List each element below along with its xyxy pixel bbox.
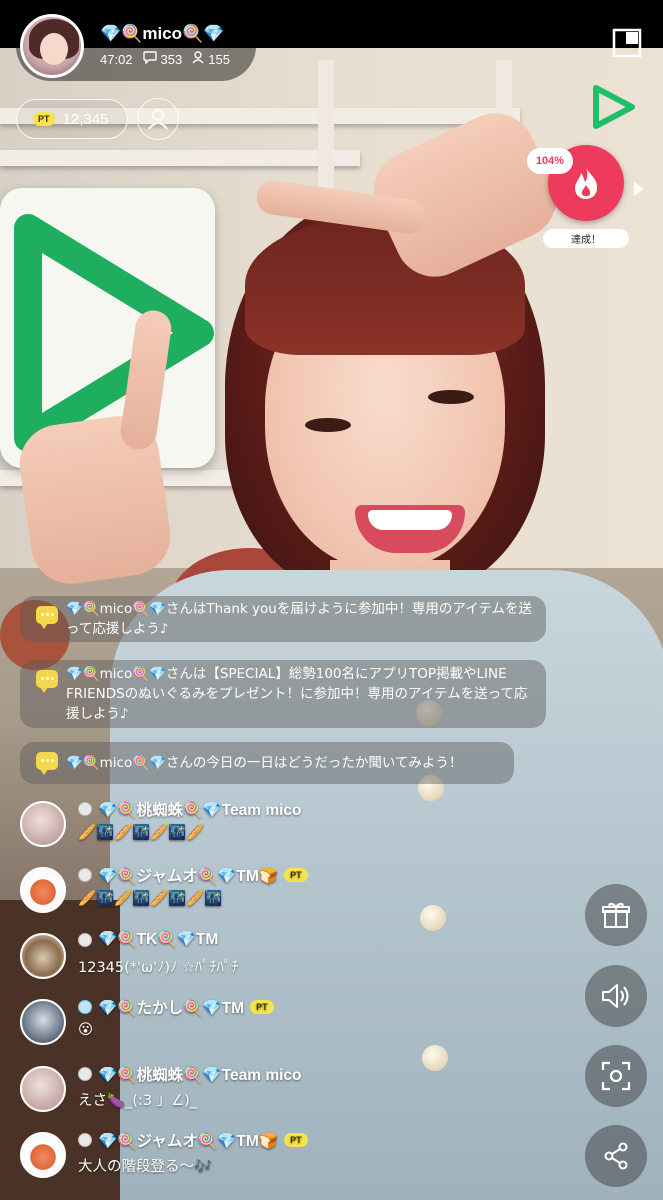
- expand-arrow-icon[interactable]: [634, 182, 644, 196]
- notice-icon: [36, 752, 58, 775]
- person-eye: [428, 390, 474, 404]
- shelf: [0, 150, 360, 166]
- commenter-name: 💎🍭桃蜘蛛🍭💎Team mico: [98, 1067, 302, 1084]
- level-icon: [78, 1000, 92, 1014]
- comment-text: 12345(*'ω'ﾉ)ﾉ ☆ﾊﾟﾁﾊﾟﾁ: [78, 960, 239, 976]
- elapsed-time: 47:02: [100, 51, 133, 67]
- person-teeth: [368, 510, 452, 530]
- comment-item[interactable]: 💎🍭ジャムオ🍭💎TM🍞 PT 🥖🌃🥖🌃🥖🌃🥖🌃: [20, 864, 540, 922]
- comment-item[interactable]: 💎🍭桃蜘蛛🍭💎Team mico 🥖🌃🥖🌃🥖🌃🥖: [20, 798, 540, 856]
- points-value: 12,345: [62, 110, 109, 128]
- commenter-avatar[interactable]: [20, 999, 66, 1045]
- level-icon: [78, 868, 92, 882]
- pt-badge: PT: [33, 112, 55, 126]
- minimize-window-icon: [612, 28, 642, 58]
- capture-button[interactable]: [585, 1045, 647, 1107]
- screenshot-icon: [601, 1061, 631, 1091]
- commenter-name: 💎🍭TK🍭💎TM: [98, 931, 219, 948]
- share-icon: [604, 1142, 628, 1170]
- speech-bubble-icon: [142, 51, 157, 67]
- gift-icon: [602, 902, 630, 928]
- pt-badge: PT: [284, 1133, 308, 1147]
- system-message: 💎🍭mico🍭💎さんは【SPECIAL】総勢100名にアプリTOP掲載やLINE…: [20, 660, 546, 728]
- event-status-label: 達成！: [543, 229, 629, 248]
- level-icon: [78, 1133, 92, 1147]
- comment-count: 353: [160, 52, 183, 67]
- pt-badge: PT: [250, 1000, 274, 1014]
- comment-item[interactable]: 💎🍭TK🍭💎TM 12345(*'ω'ﾉ)ﾉ ☆ﾊﾟﾁﾊﾟﾁ: [20, 930, 540, 988]
- system-message: 💎🍭mico🍭💎さんの今日の一日はどうだったか聞いてみよう！: [20, 742, 514, 784]
- stream-stats: 47:02 353 155: [100, 51, 230, 67]
- pt-badge: PT: [284, 868, 308, 882]
- sound-button[interactable]: [585, 965, 647, 1027]
- commenter-avatar[interactable]: [20, 1066, 66, 1112]
- comment-text: えさ🍆_(:3 」∠)_: [78, 1093, 198, 1109]
- person-eye: [305, 418, 351, 432]
- commenter-name: 💎🍭ジャムオ🍭💎TM🍞: [98, 868, 279, 885]
- viewer-count: 155: [208, 52, 230, 67]
- comment-text: 😮: [78, 1022, 94, 1038]
- comment-text: 🥖🌃🥖🌃🥖🌃🥖🌃: [78, 891, 223, 907]
- notice-icon: [36, 606, 58, 629]
- points-button[interactable]: PT 12,345: [16, 99, 128, 139]
- gift-button[interactable]: [585, 884, 647, 946]
- commenter-name: 💎🍭桃蜘蛛🍭💎Team mico: [98, 802, 302, 819]
- follow-user-button[interactable]: [137, 98, 179, 140]
- person-icon: [148, 109, 168, 130]
- level-icon: [78, 1067, 92, 1081]
- pip-window-button[interactable]: [612, 28, 642, 58]
- commenter-name: 💎🍭たかし🍭💎TM: [98, 1000, 245, 1017]
- comment-text: 🥖🌃🥖🌃🥖🌃🥖: [78, 825, 205, 841]
- notice-icon: [36, 670, 58, 693]
- commenter-avatar[interactable]: [20, 801, 66, 847]
- level-icon: [78, 802, 92, 816]
- play-logo-icon: [593, 85, 635, 129]
- level-icon: [78, 932, 92, 947]
- streamer-name: 💎🍭mico🍭💎: [100, 24, 225, 43]
- streamer-avatar[interactable]: [20, 14, 84, 78]
- commenter-avatar[interactable]: [20, 1132, 66, 1178]
- system-message: 💎🍭mico🍭💎さんはThank youを届けように参加中！専用のアイテムを送っ…: [20, 596, 546, 642]
- event-percent-bubble: 104%: [527, 148, 573, 174]
- commenter-avatar[interactable]: [20, 933, 66, 979]
- commenter-avatar[interactable]: [20, 867, 66, 913]
- comment-item[interactable]: 💎🍭たかし🍭💎TM PT 😮: [20, 996, 540, 1054]
- commenter-name: 💎🍭ジャムオ🍭💎TM🍞: [98, 1133, 279, 1150]
- share-button[interactable]: [585, 1125, 647, 1187]
- comment-item[interactable]: 💎🍭桃蜘蛛🍭💎Team mico えさ🍆_(:3 」∠)_: [20, 1063, 540, 1121]
- speaker-icon: [602, 984, 629, 1008]
- comment-item[interactable]: 💎🍭ジャムオ🍭💎TM🍞 PT 大人の階段登る〜🎶: [20, 1129, 540, 1187]
- person-icon: [192, 51, 204, 67]
- flame-icon: [575, 167, 598, 199]
- comment-text: 大人の階段登る〜🎶: [78, 1159, 213, 1175]
- line-live-logo: [590, 84, 636, 134]
